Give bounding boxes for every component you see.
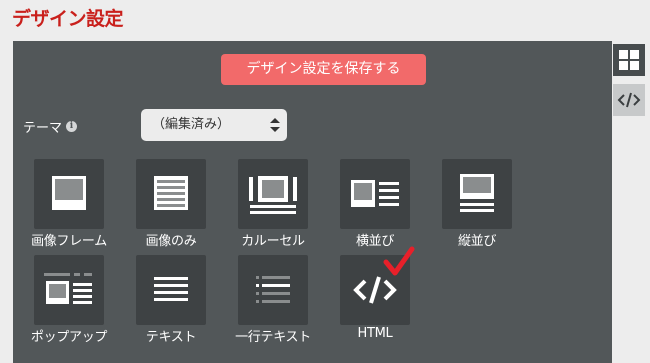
one-line-text-icon [256, 276, 290, 303]
code-view-button[interactable] [613, 84, 645, 116]
template-tile-carousel[interactable] [238, 159, 308, 229]
page-title: デザイン設定 [12, 8, 124, 30]
template-label-vertical: 縦並び [457, 234, 497, 249]
carousel-icon [249, 176, 297, 214]
template-tile-horizontal[interactable] [340, 159, 410, 229]
theme-label: テーマ [23, 121, 63, 136]
vertical-layout-icon [460, 174, 494, 212]
template-label-html: HTML [357, 326, 393, 341]
template-tile-image-only[interactable] [136, 159, 206, 229]
template-tile-text[interactable] [136, 255, 206, 325]
save-design-button[interactable]: デザイン設定を保存する [221, 54, 426, 85]
theme-select[interactable]: （編集済み） [141, 109, 287, 141]
template-tile-vertical[interactable] [442, 159, 512, 229]
text-icon [154, 277, 188, 301]
theme-label-group: テーマ i [23, 117, 78, 136]
image-only-icon [154, 176, 188, 210]
popup-icon [44, 273, 92, 304]
horizontal-layout-icon [351, 180, 399, 207]
template-label-popup: ポップアップ [30, 330, 108, 345]
select-arrows-icon [270, 118, 280, 132]
template-label-carousel: カルーセル [241, 234, 305, 249]
grid-icon [619, 50, 639, 70]
template-tile-popup[interactable] [34, 255, 104, 325]
template-tile-one-line-text[interactable] [238, 255, 308, 325]
template-tile-image-frame[interactable] [34, 159, 104, 229]
image-frame-icon [52, 176, 86, 210]
design-panel: デザイン設定を保存する テーマ i （編集済み） 画像フレーム 画像のみ カルー… [13, 41, 612, 363]
code-icon [617, 92, 641, 108]
layout-view-button[interactable] [613, 44, 645, 76]
template-label-image-frame: 画像フレーム [31, 234, 107, 249]
template-label-one-line-text: 一行テキスト [235, 330, 311, 345]
template-label-image-only: 画像のみ [145, 234, 197, 249]
info-icon[interactable]: i [66, 121, 78, 132]
template-label-text: テキスト [145, 330, 197, 345]
theme-select-value: （編集済み） [152, 117, 231, 132]
selected-check-icon [383, 246, 415, 276]
